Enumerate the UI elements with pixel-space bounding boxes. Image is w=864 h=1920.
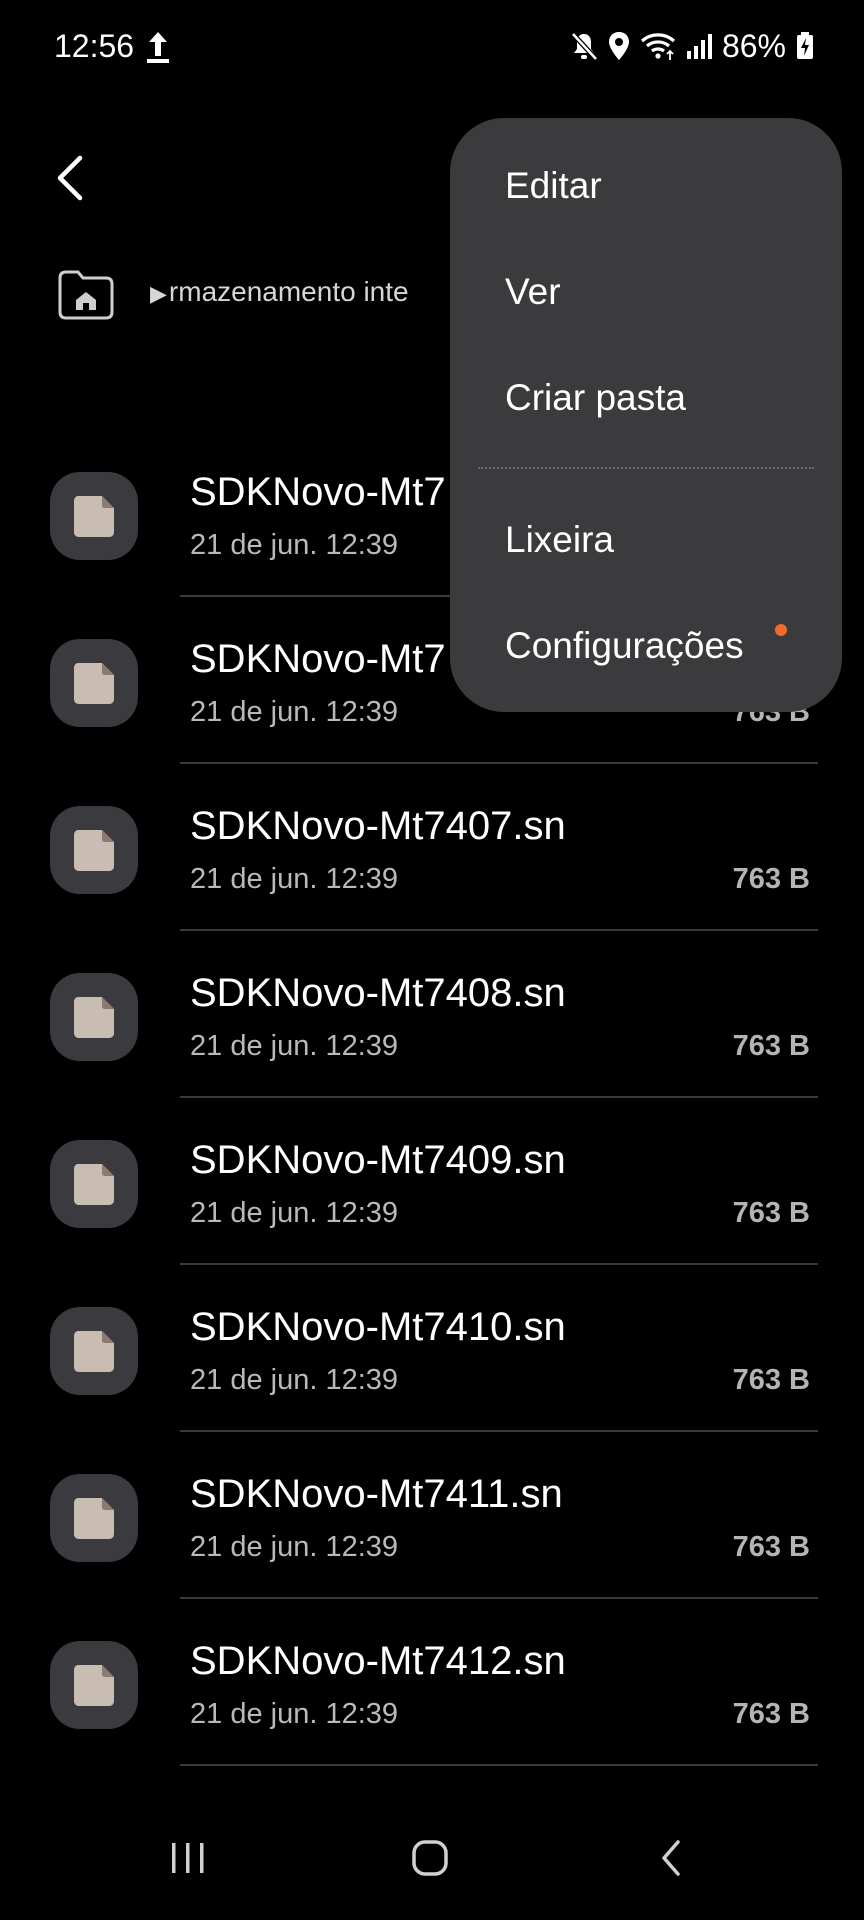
file-row[interactable]: SDKNovo-Mt7412.sn 21 de jun. 12:39 763 B [0, 1599, 864, 1766]
battery-icon [797, 32, 813, 59]
file-icon [50, 1641, 138, 1729]
breadcrumb-arrow-icon: ▶ [150, 281, 167, 306]
file-icon [50, 1474, 138, 1562]
home-icon[interactable] [410, 1838, 450, 1878]
file-icon [50, 973, 138, 1061]
file-date: 21 de jun. 12:39 [190, 696, 399, 728]
upload-icon [147, 32, 169, 63]
file-date: 21 de jun. 12:39 [190, 529, 399, 561]
file-name: SDKNovo-Mt7 [190, 637, 446, 681]
overflow-menu: Editar Ver Criar pasta Lixeira Configura… [450, 118, 842, 712]
status-bar: 12:56 86% [0, 0, 864, 96]
file-icon [50, 639, 138, 727]
menu-item-criar-pasta[interactable]: Criar pasta [505, 377, 686, 419]
file-date: 21 de jun. 12:39 [190, 863, 399, 895]
breadcrumb-path: rmazenamento inte [168, 276, 409, 307]
battery-percentage: 86% [721, 27, 786, 64]
navigation-bar [0, 1810, 864, 1920]
file-size: 763 B [732, 863, 810, 895]
file-icon [50, 472, 138, 560]
file-date: 21 de jun. 12:39 [190, 1698, 399, 1730]
file-size: 763 B [732, 1030, 810, 1062]
file-date: 21 de jun. 12:39 [190, 1531, 399, 1563]
menu-item-ver[interactable]: Ver [505, 271, 561, 313]
file-size: 763 B [732, 1364, 810, 1396]
file-name: SDKNovo-Mt7411.sn [190, 1472, 563, 1516]
file-size: 763 B [732, 1698, 810, 1730]
status-time: 12:56 [54, 28, 135, 64]
file-icon [50, 806, 138, 894]
menu-item-lixeira[interactable]: Lixeira [505, 519, 614, 561]
notification-dot [775, 624, 787, 636]
file-icon [50, 1140, 138, 1228]
signal-icon [686, 34, 712, 59]
status-icons: 86% [570, 26, 814, 66]
menu-divider [478, 467, 814, 469]
file-size: 763 B [732, 1531, 810, 1563]
file-row[interactable]: SDKNovo-Mt7410.sn 21 de jun. 12:39 763 B [0, 1265, 864, 1432]
file-row[interactable]: SDKNovo-Mt7408.sn 21 de jun. 12:39 763 B [0, 931, 864, 1098]
file-date: 21 de jun. 12:39 [190, 1364, 399, 1396]
file-row[interactable] [0, 1766, 864, 1805]
recents-icon[interactable] [168, 1840, 208, 1876]
file-date: 21 de jun. 12:39 [190, 1197, 399, 1229]
file-row[interactable]: SDKNovo-Mt7409.sn 21 de jun. 12:39 763 B [0, 1098, 864, 1265]
wifi-icon [640, 33, 676, 60]
back-icon[interactable] [656, 1838, 686, 1878]
menu-item-configuracoes[interactable]: Configurações [505, 625, 744, 667]
back-button[interactable] [50, 150, 94, 206]
file-name: SDKNovo-Mt7410.sn [190, 1305, 566, 1349]
file-name: SDKNovo-Mt7407.sn [190, 804, 566, 848]
file-name: SDKNovo-Mt7408.sn [190, 971, 566, 1015]
file-row[interactable]: SDKNovo-Mt7407.sn 21 de jun. 12:39 763 B [0, 764, 864, 931]
home-folder-icon[interactable] [56, 268, 116, 322]
file-size: 763 B [732, 1197, 810, 1229]
file-name: SDKNovo-Mt7412.sn [190, 1639, 566, 1683]
location-icon [608, 32, 629, 60]
file-row[interactable]: SDKNovo-Mt7411.sn 21 de jun. 12:39 763 B [0, 1432, 864, 1599]
file-date: 21 de jun. 12:39 [190, 1030, 399, 1062]
breadcrumb[interactable]: ▶rmazenamento inte [150, 276, 470, 308]
file-icon [50, 1307, 138, 1395]
file-name: SDKNovo-Mt7 [190, 470, 446, 514]
file-name: SDKNovo-Mt7409.sn [190, 1138, 566, 1182]
mute-icon [571, 32, 598, 61]
menu-item-editar[interactable]: Editar [505, 165, 602, 207]
